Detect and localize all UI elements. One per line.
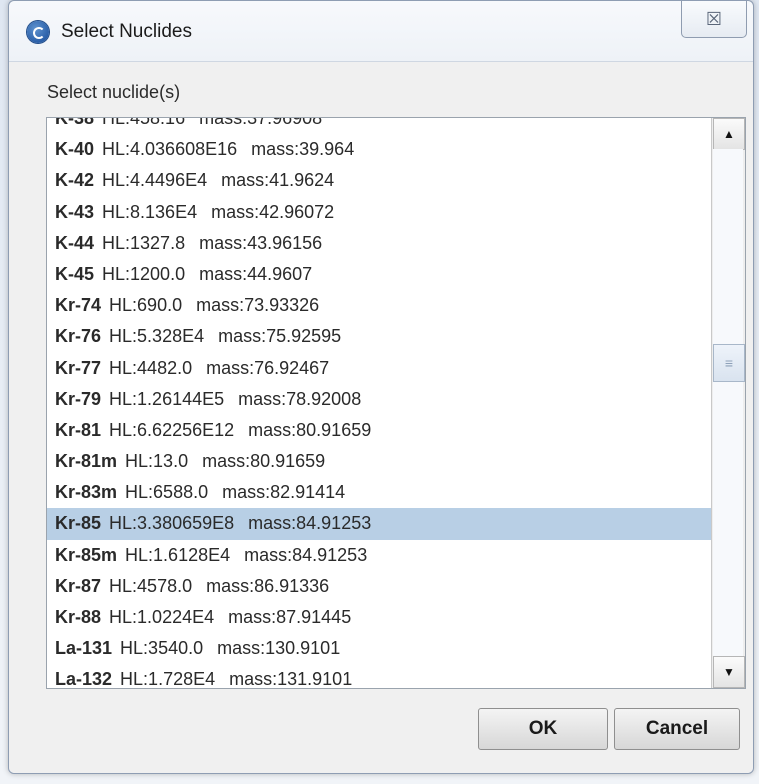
nuclide-mass: mass:78.92008 [238,388,362,409]
list-item[interactable]: Kr-79 HL:1.26144E5 mass:78.92008 [47,384,711,415]
nuclide-mass: mass:37.96908 [199,118,323,128]
nuclide-symbol: Kr-74 [55,295,102,316]
nuclide-half-life: HL:4.4496E4 [102,170,208,191]
nuclide-half-life: HL:4482.0 [109,357,193,378]
nuclide-half-life: HL:1.728E4 [120,669,216,688]
list-item[interactable]: Kr-85 HL:3.380659E8 mass:84.91253 [47,508,711,540]
nuclide-half-life: HL:4578.0 [109,575,193,596]
nuclide-mass: mass:82.91414 [222,482,346,503]
nuclide-half-life: HL:3.380659E8 [109,513,235,534]
nuclide-symbol: Kr-85m [55,544,118,565]
list-item[interactable]: La-132 HL:1.728E4 mass:131.9101 [47,664,711,688]
nuclide-half-life: HL:1200.0 [102,263,186,284]
window-title: Select Nuclides [61,21,192,42]
nuclide-symbol: Kr-83m [55,482,118,503]
select-nuclides-dialog: Select Nuclides ☒ Select nuclide(s) K-38… [8,0,754,774]
scroll-thumb[interactable]: ≡ [713,344,745,382]
nuclide-symbol: Kr-77 [55,357,102,378]
close-button[interactable]: ☒ [681,1,747,38]
list-item[interactable]: Kr-85m HL:1.6128E4 mass:84.91253 [47,540,711,571]
nuclide-mass: mass:80.91659 [202,451,326,472]
list-item[interactable]: Kr-81 HL:6.62256E12 mass:80.91659 [47,415,711,446]
app-logo-icon [27,21,49,43]
list-item[interactable]: K-44 HL:1327.8 mass:43.96156 [47,228,711,259]
nuclide-half-life: HL:1.0224E4 [109,607,215,627]
nuclide-mass: mass:43.96156 [199,232,323,253]
nuclide-half-life: HL:5.328E4 [109,326,205,347]
nuclide-half-life: HL:6.62256E12 [109,419,235,440]
nuclide-mass: mass:84.91253 [244,544,368,565]
cancel-button[interactable]: Cancel [614,708,740,750]
nuclide-half-life: HL:458.16 [102,118,186,128]
ok-button[interactable]: OK [478,708,608,750]
list-item[interactable]: Kr-81m HL:13.0 mass:80.91659 [47,446,711,477]
nuclide-symbol: Kr-79 [55,388,102,409]
nuclide-mass: mass:86.91336 [206,575,330,596]
nuclide-mass: mass:42.96072 [211,201,335,222]
vertical-scrollbar[interactable]: ▲ ≡ ▼ [711,118,745,688]
nuclide-list[interactable]: K-38 HL:458.16 mass:37.96908 K-40 HL:4.03660… [46,117,746,689]
nuclide-half-life: HL:4.036608E16 [102,139,238,160]
nuclide-mass: mass:44.9607 [199,263,313,284]
list-viewport: K-38 HL:458.16 mass:37.96908 K-40 HL:4.03660… [47,118,711,688]
nuclide-half-life: HL:13.0 [125,451,189,472]
grip-icon: ≡ [724,355,734,371]
nuclide-symbol: K-45 [55,263,95,284]
title-bar: Select Nuclides ☒ [9,1,753,62]
nuclide-symbol: K-44 [55,232,95,253]
list-item[interactable]: K-40 HL:4.036608E16 mass:39.964 [47,134,711,165]
nuclide-symbol: K-43 [55,201,95,222]
nuclide-mass: mass:84.91253 [248,513,372,534]
nuclide-half-life: HL:1.6128E4 [125,544,231,565]
nuclide-half-life: HL:1327.8 [102,232,186,253]
nuclide-symbol: K-40 [55,139,95,160]
nuclide-mass: mass:131.9101 [229,669,353,688]
nuclide-symbol: Kr-76 [55,326,102,347]
nuclide-mass: mass:76.92467 [206,357,330,378]
nuclide-symbol: Kr-81m [55,451,118,472]
nuclide-half-life: HL:1.26144E5 [109,388,225,409]
scroll-down-button[interactable]: ▼ [713,656,745,688]
scroll-track[interactable] [713,149,743,657]
nuclide-symbol: Kr-81 [55,419,102,440]
nuclide-symbol: K-38 [55,118,95,128]
nuclide-mass: mass:87.91445 [228,607,352,627]
nuclide-symbol: Kr-87 [55,575,102,596]
arrow-up-icon: ▲ [723,127,735,141]
nuclide-half-life: HL:3540.0 [120,638,204,659]
nuclide-symbol: K-42 [55,170,95,191]
list-item[interactable]: Kr-88 HL:1.0224E4 mass:87.91445 [47,602,711,633]
nuclide-half-life: HL:6588.0 [125,482,209,503]
nuclide-half-life: HL:690.0 [109,295,183,316]
list-items: K-38 HL:458.16 mass:37.96908 K-40 HL:4.03660… [47,118,711,688]
list-item[interactable]: Kr-74 HL:690.0 mass:73.93326 [47,290,711,321]
list-item[interactable]: K-38 HL:458.16 mass:37.96908 [47,118,711,134]
scroll-up-button[interactable]: ▲ [713,118,745,150]
nuclide-mass: mass:39.964 [251,139,355,160]
nuclide-half-life: HL:8.136E4 [102,201,198,222]
list-item[interactable]: K-45 HL:1200.0 mass:44.9607 [47,259,711,290]
arrow-down-icon: ▼ [723,665,735,679]
nuclide-mass: mass:41.9624 [221,170,335,191]
list-item[interactable]: La-131 HL:3540.0 mass:130.9101 [47,633,711,664]
nuclide-mass: mass:75.92595 [218,326,342,347]
close-icon: ☒ [705,8,723,29]
list-item[interactable]: Kr-83m HL:6588.0 mass:82.91414 [47,477,711,508]
list-item[interactable]: Kr-77 HL:4482.0 mass:76.92467 [47,353,711,384]
nuclide-mass: mass:73.93326 [196,295,320,316]
list-item[interactable]: Kr-87 HL:4578.0 mass:86.91336 [47,571,711,602]
list-item[interactable]: K-42 HL:4.4496E4 mass:41.9624 [47,165,711,196]
nuclide-symbol: La-131 [55,638,113,659]
nuclide-symbol: Kr-85 [55,513,102,534]
nuclide-symbol: Kr-88 [55,607,102,627]
nuclide-symbol: La-132 [55,669,113,688]
list-label: Select nuclide(s) [47,82,181,102]
dialog-content: Select nuclide(s) K-38 HL:458.16 mass:37.9… [9,62,753,773]
nuclide-mass: mass:130.9101 [217,638,341,659]
list-item[interactable]: K-43 HL:8.136E4 mass:42.96072 [47,197,711,228]
list-item[interactable]: Kr-76 HL:5.328E4 mass:75.92595 [47,321,711,352]
nuclide-mass: mass:80.91659 [248,419,372,440]
